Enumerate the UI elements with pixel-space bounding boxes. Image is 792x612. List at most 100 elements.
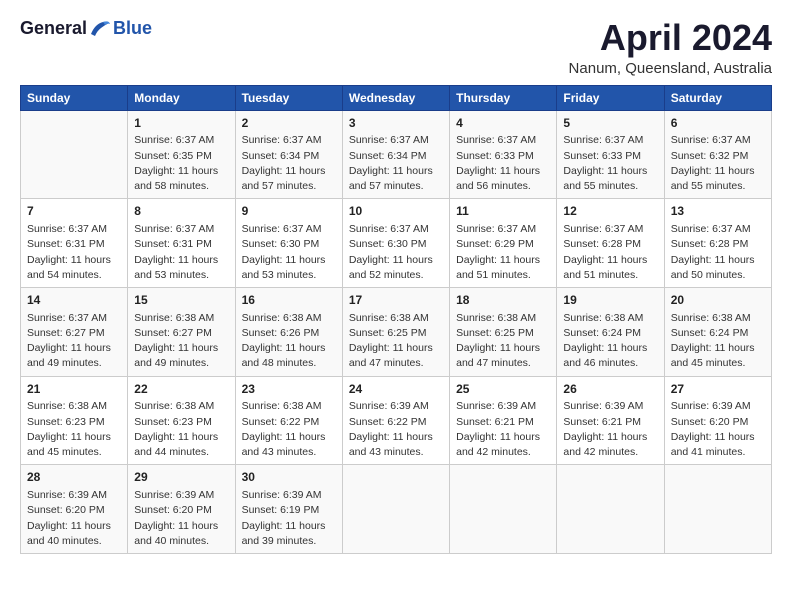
day-info: Sunrise: 6:37 AM Sunset: 6:31 PM Dayligh…	[134, 222, 228, 283]
day-number: 30	[242, 469, 336, 486]
day-info: Sunrise: 6:37 AM Sunset: 6:30 PM Dayligh…	[242, 222, 336, 283]
calendar-week-5: 28 Sunrise: 6:39 AM Sunset: 6:20 PM Dayli…	[21, 465, 772, 554]
day-number: 9	[242, 203, 336, 220]
day-info: Sunrise: 6:39 AM Sunset: 6:20 PM Dayligh…	[134, 488, 228, 549]
day-info: Sunrise: 6:38 AM Sunset: 6:25 PM Dayligh…	[349, 311, 443, 372]
calendar-cell: 23Sunrise: 6:38 AM Sunset: 6:22 PM Dayli…	[235, 376, 342, 465]
day-number: 11	[456, 203, 550, 220]
day-number: 29	[134, 469, 228, 486]
day-info: Sunrise: 6:39 AM Sunset: 6:20 PM Dayligh…	[671, 399, 765, 460]
day-number: 24	[349, 381, 443, 398]
day-number: 23	[242, 381, 336, 398]
day-number: 25	[456, 381, 550, 398]
day-number: 26	[563, 381, 657, 398]
calendar-cell	[21, 110, 128, 199]
title-block: April 2024 Nanum, Queensland, Australia	[569, 18, 772, 77]
calendar-cell: 4Sunrise: 6:37 AM Sunset: 6:33 PM Daylig…	[450, 110, 557, 199]
day-info: Sunrise: 6:38 AM Sunset: 6:26 PM Dayligh…	[242, 311, 336, 372]
header-friday: Friday	[557, 85, 664, 110]
calendar-cell: 27Sunrise: 6:39 AM Sunset: 6:20 PM Dayli…	[664, 376, 771, 465]
calendar-cell	[557, 465, 664, 554]
logo-bird-icon	[89, 20, 111, 38]
calendar-cell	[342, 465, 449, 554]
location: Nanum, Queensland, Australia	[569, 60, 772, 77]
day-number: 22	[134, 381, 228, 398]
calendar-week-4: 21Sunrise: 6:38 AM Sunset: 6:23 PM Dayli…	[21, 376, 772, 465]
calendar-cell: 22Sunrise: 6:38 AM Sunset: 6:23 PM Dayli…	[128, 376, 235, 465]
calendar-week-2: 7Sunrise: 6:37 AM Sunset: 6:31 PM Daylig…	[21, 199, 772, 288]
calendar-week-1: 1Sunrise: 6:37 AM Sunset: 6:35 PM Daylig…	[21, 110, 772, 199]
calendar-cell: 17 Sunrise: 6:38 AM Sunset: 6:25 PM Dayli…	[342, 287, 449, 376]
header-row: Sunday Monday Tuesday Wednesday Thursday…	[21, 85, 772, 110]
calendar-cell	[450, 465, 557, 554]
day-info: Sunrise: 6:39 AM Sunset: 6:20 PM Dayligh…	[27, 488, 121, 549]
day-info: Sunrise: 6:37 AM Sunset: 6:29 PM Dayligh…	[456, 222, 550, 283]
calendar-cell: 18 Sunrise: 6:38 AM Sunset: 6:25 PM Dayli…	[450, 287, 557, 376]
day-info: Sunrise: 6:37 AM Sunset: 6:35 PM Dayligh…	[134, 133, 228, 194]
calendar-cell: 7Sunrise: 6:37 AM Sunset: 6:31 PM Daylig…	[21, 199, 128, 288]
day-info: Sunrise: 6:37 AM Sunset: 6:28 PM Dayligh…	[671, 222, 765, 283]
day-info: Sunrise: 6:37 AM Sunset: 6:33 PM Dayligh…	[456, 133, 550, 194]
calendar-cell: 16 Sunrise: 6:38 AM Sunset: 6:26 PM Dayli…	[235, 287, 342, 376]
header-thursday: Thursday	[450, 85, 557, 110]
day-number: 3	[349, 115, 443, 132]
header-saturday: Saturday	[664, 85, 771, 110]
calendar-cell: 21Sunrise: 6:38 AM Sunset: 6:23 PM Dayli…	[21, 376, 128, 465]
calendar-cell: 24Sunrise: 6:39 AM Sunset: 6:22 PM Dayli…	[342, 376, 449, 465]
day-number: 13	[671, 203, 765, 220]
day-info: Sunrise: 6:38 AM Sunset: 6:25 PM Dayligh…	[456, 311, 550, 372]
day-info: Sunrise: 6:38 AM Sunset: 6:24 PM Dayligh…	[563, 311, 657, 372]
day-info: Sunrise: 6:38 AM Sunset: 6:22 PM Dayligh…	[242, 399, 336, 460]
day-info: Sunrise: 6:38 AM Sunset: 6:27 PM Dayligh…	[134, 311, 228, 372]
day-number: 27	[671, 381, 765, 398]
day-info: Sunrise: 6:37 AM Sunset: 6:30 PM Dayligh…	[349, 222, 443, 283]
calendar-cell: 1Sunrise: 6:37 AM Sunset: 6:35 PM Daylig…	[128, 110, 235, 199]
day-info: Sunrise: 6:39 AM Sunset: 6:19 PM Dayligh…	[242, 488, 336, 549]
day-number: 17	[349, 292, 443, 309]
logo-blue-text: Blue	[113, 18, 152, 39]
calendar-cell: 3Sunrise: 6:37 AM Sunset: 6:34 PM Daylig…	[342, 110, 449, 199]
day-number: 1	[134, 115, 228, 132]
header-sunday: Sunday	[21, 85, 128, 110]
day-number: 20	[671, 292, 765, 309]
day-info: Sunrise: 6:39 AM Sunset: 6:22 PM Dayligh…	[349, 399, 443, 460]
header: General Blue April 2024 Nanum, Queenslan…	[20, 18, 772, 77]
calendar-cell: 30 Sunrise: 6:39 AM Sunset: 6:19 PM Dayli…	[235, 465, 342, 554]
header-wednesday: Wednesday	[342, 85, 449, 110]
day-number: 14	[27, 292, 121, 309]
calendar-cell: 6Sunrise: 6:37 AM Sunset: 6:32 PM Daylig…	[664, 110, 771, 199]
calendar-cell: 2Sunrise: 6:37 AM Sunset: 6:34 PM Daylig…	[235, 110, 342, 199]
calendar-cell: 15 Sunrise: 6:38 AM Sunset: 6:27 PM Dayli…	[128, 287, 235, 376]
calendar-cell: 26Sunrise: 6:39 AM Sunset: 6:21 PM Dayli…	[557, 376, 664, 465]
header-monday: Monday	[128, 85, 235, 110]
day-info: Sunrise: 6:38 AM Sunset: 6:23 PM Dayligh…	[27, 399, 121, 460]
day-number: 10	[349, 203, 443, 220]
day-info: Sunrise: 6:39 AM Sunset: 6:21 PM Dayligh…	[456, 399, 550, 460]
calendar-cell: 10 Sunrise: 6:37 AM Sunset: 6:30 PM Dayli…	[342, 199, 449, 288]
day-number: 19	[563, 292, 657, 309]
day-number: 18	[456, 292, 550, 309]
calendar-week-3: 14 Sunrise: 6:37 AM Sunset: 6:27 PM Dayli…	[21, 287, 772, 376]
calendar-cell: 8 Sunrise: 6:37 AM Sunset: 6:31 PM Daylig…	[128, 199, 235, 288]
calendar-cell: 25Sunrise: 6:39 AM Sunset: 6:21 PM Dayli…	[450, 376, 557, 465]
calendar-cell: 11 Sunrise: 6:37 AM Sunset: 6:29 PM Dayli…	[450, 199, 557, 288]
page: General Blue April 2024 Nanum, Queenslan…	[0, 0, 792, 564]
calendar-cell: 12Sunrise: 6:37 AM Sunset: 6:28 PM Dayli…	[557, 199, 664, 288]
day-number: 16	[242, 292, 336, 309]
day-info: Sunrise: 6:39 AM Sunset: 6:21 PM Dayligh…	[563, 399, 657, 460]
day-number: 8	[134, 203, 228, 220]
day-number: 21	[27, 381, 121, 398]
day-info: Sunrise: 6:37 AM Sunset: 6:27 PM Dayligh…	[27, 311, 121, 372]
day-info: Sunrise: 6:37 AM Sunset: 6:28 PM Dayligh…	[563, 222, 657, 283]
calendar-cell: 14 Sunrise: 6:37 AM Sunset: 6:27 PM Dayli…	[21, 287, 128, 376]
day-info: Sunrise: 6:38 AM Sunset: 6:24 PM Dayligh…	[671, 311, 765, 372]
day-info: Sunrise: 6:37 AM Sunset: 6:31 PM Dayligh…	[27, 222, 121, 283]
header-tuesday: Tuesday	[235, 85, 342, 110]
calendar-cell: 9 Sunrise: 6:37 AM Sunset: 6:30 PM Daylig…	[235, 199, 342, 288]
day-number: 15	[134, 292, 228, 309]
day-number: 28	[27, 469, 121, 486]
day-info: Sunrise: 6:37 AM Sunset: 6:34 PM Dayligh…	[242, 133, 336, 194]
day-number: 6	[671, 115, 765, 132]
calendar-cell	[664, 465, 771, 554]
calendar-cell: 20 Sunrise: 6:38 AM Sunset: 6:24 PM Dayli…	[664, 287, 771, 376]
